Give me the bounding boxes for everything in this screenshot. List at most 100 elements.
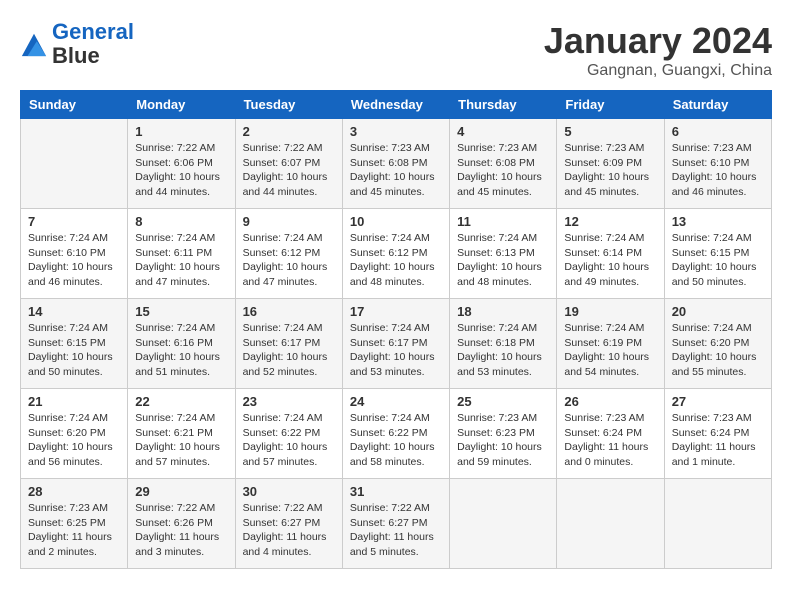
day-number: 9: [243, 214, 335, 229]
table-cell: 11 Sunrise: 7:24 AMSunset: 6:13 PMDaylig…: [450, 209, 557, 299]
cell-content: Sunrise: 7:22 AMSunset: 6:07 PMDaylight:…: [243, 141, 335, 200]
day-number: 20: [672, 304, 764, 319]
table-cell: 27 Sunrise: 7:23 AMSunset: 6:24 PMDaylig…: [664, 389, 771, 479]
day-number: 2: [243, 124, 335, 139]
page-header: General Blue January 2024 Gangnan, Guang…: [20, 20, 772, 80]
cell-content: Sunrise: 7:24 AMSunset: 6:12 PMDaylight:…: [350, 231, 442, 290]
day-number: 27: [672, 394, 764, 409]
table-cell: 13 Sunrise: 7:24 AMSunset: 6:15 PMDaylig…: [664, 209, 771, 299]
cell-content: Sunrise: 7:22 AMSunset: 6:27 PMDaylight:…: [243, 501, 335, 560]
table-cell: 20 Sunrise: 7:24 AMSunset: 6:20 PMDaylig…: [664, 299, 771, 389]
table-cell: 2 Sunrise: 7:22 AMSunset: 6:07 PMDayligh…: [235, 119, 342, 209]
cell-content: Sunrise: 7:23 AMSunset: 6:24 PMDaylight:…: [564, 411, 656, 470]
week-row-2: 7 Sunrise: 7:24 AMSunset: 6:10 PMDayligh…: [21, 209, 772, 299]
month-title: January 2024: [544, 20, 772, 62]
table-cell: 25 Sunrise: 7:23 AMSunset: 6:23 PMDaylig…: [450, 389, 557, 479]
day-number: 10: [350, 214, 442, 229]
day-number: 26: [564, 394, 656, 409]
table-cell: 3 Sunrise: 7:23 AMSunset: 6:08 PMDayligh…: [342, 119, 449, 209]
header-sunday: Sunday: [21, 91, 128, 119]
table-cell: 1 Sunrise: 7:22 AMSunset: 6:06 PMDayligh…: [128, 119, 235, 209]
table-cell: 9 Sunrise: 7:24 AMSunset: 6:12 PMDayligh…: [235, 209, 342, 299]
day-number: 7: [28, 214, 120, 229]
table-cell: 18 Sunrise: 7:24 AMSunset: 6:18 PMDaylig…: [450, 299, 557, 389]
day-number: 22: [135, 394, 227, 409]
calendar-header-row: SundayMondayTuesdayWednesdayThursdayFrid…: [21, 91, 772, 119]
header-monday: Monday: [128, 91, 235, 119]
cell-content: Sunrise: 7:24 AMSunset: 6:18 PMDaylight:…: [457, 321, 549, 380]
table-cell: 22 Sunrise: 7:24 AMSunset: 6:21 PMDaylig…: [128, 389, 235, 479]
cell-content: Sunrise: 7:23 AMSunset: 6:09 PMDaylight:…: [564, 141, 656, 200]
cell-content: Sunrise: 7:24 AMSunset: 6:17 PMDaylight:…: [350, 321, 442, 380]
table-cell: 23 Sunrise: 7:24 AMSunset: 6:22 PMDaylig…: [235, 389, 342, 479]
cell-content: Sunrise: 7:24 AMSunset: 6:15 PMDaylight:…: [672, 231, 764, 290]
cell-content: Sunrise: 7:24 AMSunset: 6:13 PMDaylight:…: [457, 231, 549, 290]
calendar-table: SundayMondayTuesdayWednesdayThursdayFrid…: [20, 90, 772, 569]
table-cell: 26 Sunrise: 7:23 AMSunset: 6:24 PMDaylig…: [557, 389, 664, 479]
table-cell: 17 Sunrise: 7:24 AMSunset: 6:17 PMDaylig…: [342, 299, 449, 389]
day-number: 28: [28, 484, 120, 499]
cell-content: Sunrise: 7:24 AMSunset: 6:21 PMDaylight:…: [135, 411, 227, 470]
table-cell: 16 Sunrise: 7:24 AMSunset: 6:17 PMDaylig…: [235, 299, 342, 389]
header-wednesday: Wednesday: [342, 91, 449, 119]
day-number: 13: [672, 214, 764, 229]
day-number: 29: [135, 484, 227, 499]
cell-content: Sunrise: 7:24 AMSunset: 6:15 PMDaylight:…: [28, 321, 120, 380]
table-cell: 31 Sunrise: 7:22 AMSunset: 6:27 PMDaylig…: [342, 479, 449, 569]
day-number: 30: [243, 484, 335, 499]
day-number: 11: [457, 214, 549, 229]
cell-content: Sunrise: 7:24 AMSunset: 6:20 PMDaylight:…: [672, 321, 764, 380]
logo-icon: [20, 30, 48, 58]
cell-content: Sunrise: 7:23 AMSunset: 6:08 PMDaylight:…: [457, 141, 549, 200]
day-number: 8: [135, 214, 227, 229]
cell-content: Sunrise: 7:24 AMSunset: 6:10 PMDaylight:…: [28, 231, 120, 290]
table-cell: [450, 479, 557, 569]
week-row-5: 28 Sunrise: 7:23 AMSunset: 6:25 PMDaylig…: [21, 479, 772, 569]
cell-content: Sunrise: 7:24 AMSunset: 6:22 PMDaylight:…: [243, 411, 335, 470]
day-number: 18: [457, 304, 549, 319]
day-number: 23: [243, 394, 335, 409]
cell-content: Sunrise: 7:22 AMSunset: 6:06 PMDaylight:…: [135, 141, 227, 200]
day-number: 5: [564, 124, 656, 139]
cell-content: Sunrise: 7:24 AMSunset: 6:16 PMDaylight:…: [135, 321, 227, 380]
cell-content: Sunrise: 7:23 AMSunset: 6:08 PMDaylight:…: [350, 141, 442, 200]
cell-content: Sunrise: 7:24 AMSunset: 6:11 PMDaylight:…: [135, 231, 227, 290]
cell-content: Sunrise: 7:24 AMSunset: 6:22 PMDaylight:…: [350, 411, 442, 470]
table-cell: [21, 119, 128, 209]
day-number: 12: [564, 214, 656, 229]
table-cell: [557, 479, 664, 569]
table-cell: 14 Sunrise: 7:24 AMSunset: 6:15 PMDaylig…: [21, 299, 128, 389]
day-number: 31: [350, 484, 442, 499]
cell-content: Sunrise: 7:24 AMSunset: 6:12 PMDaylight:…: [243, 231, 335, 290]
cell-content: Sunrise: 7:23 AMSunset: 6:10 PMDaylight:…: [672, 141, 764, 200]
cell-content: Sunrise: 7:23 AMSunset: 6:24 PMDaylight:…: [672, 411, 764, 470]
table-cell: 19 Sunrise: 7:24 AMSunset: 6:19 PMDaylig…: [557, 299, 664, 389]
table-cell: [664, 479, 771, 569]
cell-content: Sunrise: 7:22 AMSunset: 6:27 PMDaylight:…: [350, 501, 442, 560]
cell-content: Sunrise: 7:22 AMSunset: 6:26 PMDaylight:…: [135, 501, 227, 560]
week-row-1: 1 Sunrise: 7:22 AMSunset: 6:06 PMDayligh…: [21, 119, 772, 209]
title-block: January 2024 Gangnan, Guangxi, China: [544, 20, 772, 80]
table-cell: 21 Sunrise: 7:24 AMSunset: 6:20 PMDaylig…: [21, 389, 128, 479]
week-row-4: 21 Sunrise: 7:24 AMSunset: 6:20 PMDaylig…: [21, 389, 772, 479]
cell-content: Sunrise: 7:23 AMSunset: 6:25 PMDaylight:…: [28, 501, 120, 560]
table-cell: 10 Sunrise: 7:24 AMSunset: 6:12 PMDaylig…: [342, 209, 449, 299]
logo-text: General Blue: [52, 20, 134, 68]
cell-content: Sunrise: 7:24 AMSunset: 6:19 PMDaylight:…: [564, 321, 656, 380]
header-thursday: Thursday: [450, 91, 557, 119]
table-cell: 4 Sunrise: 7:23 AMSunset: 6:08 PMDayligh…: [450, 119, 557, 209]
cell-content: Sunrise: 7:23 AMSunset: 6:23 PMDaylight:…: [457, 411, 549, 470]
logo: General Blue: [20, 20, 134, 68]
table-cell: 15 Sunrise: 7:24 AMSunset: 6:16 PMDaylig…: [128, 299, 235, 389]
table-cell: 7 Sunrise: 7:24 AMSunset: 6:10 PMDayligh…: [21, 209, 128, 299]
day-number: 17: [350, 304, 442, 319]
day-number: 16: [243, 304, 335, 319]
day-number: 19: [564, 304, 656, 319]
day-number: 4: [457, 124, 549, 139]
cell-content: Sunrise: 7:24 AMSunset: 6:17 PMDaylight:…: [243, 321, 335, 380]
table-cell: 28 Sunrise: 7:23 AMSunset: 6:25 PMDaylig…: [21, 479, 128, 569]
day-number: 25: [457, 394, 549, 409]
header-tuesday: Tuesday: [235, 91, 342, 119]
day-number: 15: [135, 304, 227, 319]
cell-content: Sunrise: 7:24 AMSunset: 6:14 PMDaylight:…: [564, 231, 656, 290]
